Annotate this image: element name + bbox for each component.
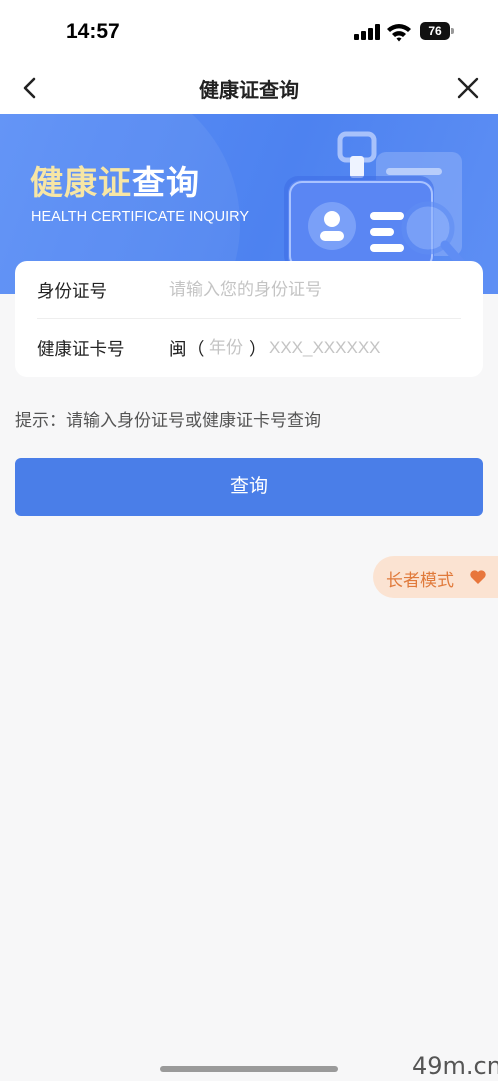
paren-close: ）	[249, 340, 267, 360]
banner-subtitle: HEALTH CERTIFICATE INQUIRY	[31, 209, 250, 225]
id-number-row: 身份证号	[37, 261, 461, 319]
cellular-signal-icon	[354, 24, 380, 40]
battery-icon: 76	[420, 22, 454, 40]
query-form: 身份证号 健康证卡号 闽 （ ）	[15, 261, 483, 377]
battery-level: 76	[420, 22, 450, 40]
id-number-label: 身份证号	[37, 282, 107, 302]
home-indicator[interactable]	[160, 1066, 338, 1072]
status-time: 14:57	[66, 20, 120, 43]
elder-mode-label: 长者模式	[386, 571, 454, 591]
hint-text: 提示：请输入身份证号或健康证卡号查询	[15, 411, 321, 431]
id-number-input[interactable]	[169, 277, 459, 303]
nav-bar: 健康证查询	[0, 62, 498, 114]
heart-icon	[469, 568, 487, 586]
status-bar: 14:57 76	[0, 0, 498, 62]
banner-title: 健康证查询	[30, 156, 200, 204]
query-button[interactable]: 查询	[15, 458, 483, 516]
wifi-icon	[386, 22, 412, 42]
elder-mode-button[interactable]: 长者模式	[373, 556, 498, 598]
watermark: 49m.cn	[412, 1052, 498, 1080]
card-number-row: 健康证卡号 闽 （ ）	[37, 319, 461, 377]
card-number-label: 健康证卡号	[37, 340, 125, 360]
province-prefix: 闽	[169, 340, 187, 360]
page-title: 健康证查询	[199, 78, 299, 102]
paren-open: （	[187, 340, 205, 360]
banner-title-highlight: 健康证	[30, 163, 132, 202]
card-number-input[interactable]	[269, 335, 459, 361]
id-card-search-illustration	[276, 124, 476, 279]
banner-title-rest: 查询	[132, 163, 200, 202]
close-icon[interactable]	[454, 74, 482, 102]
